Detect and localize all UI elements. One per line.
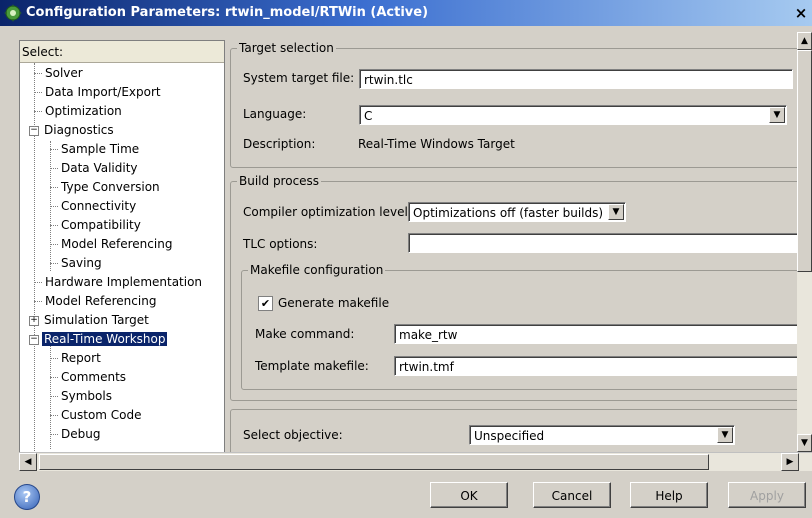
tree-item-label: Simulation Target [44, 313, 149, 327]
horizontal-scroll-thumb[interactable] [39, 454, 709, 470]
tree-item-data-import-export[interactable]: Data Import/Export [34, 83, 163, 102]
tree-item-label: Sample Time [61, 142, 140, 156]
tree-item-sample-time[interactable]: Sample Time [50, 140, 141, 159]
group-legend: Makefile configuration [248, 263, 386, 277]
scroll-right-icon[interactable]: ▶ [781, 453, 799, 471]
tree-item-label: Comments [61, 370, 127, 384]
close-icon[interactable]: × [792, 3, 810, 23]
tree-item-label: Data Validity [61, 161, 138, 175]
description-label: Description: [243, 137, 316, 151]
tree-item-label: Model Referencing [61, 237, 173, 251]
help-icon[interactable]: ? [14, 484, 40, 510]
compiler-optimization-select[interactable]: Optimizations off (faster builds) ▼ [408, 202, 626, 222]
tree-item-symbols[interactable]: Symbols [50, 387, 114, 406]
tree-item-label: Debug [61, 427, 101, 441]
tree-item-comments[interactable]: Comments [50, 368, 128, 387]
language-label: Language: [243, 107, 307, 121]
group-legend: Target selection [237, 41, 336, 55]
tree-item-label: Hardware Implementation [45, 275, 203, 289]
scroll-up-icon[interactable]: ▲ [797, 32, 812, 50]
tree-item-real-time-workshop[interactable]: Real-Time Workshop [42, 330, 168, 349]
tree-item-data-validity[interactable]: Data Validity [50, 159, 140, 178]
select-objective-value: Unspecified [474, 429, 545, 443]
collapse-icon[interactable]: − [29, 126, 39, 136]
tree-item-label: Symbols [61, 389, 112, 403]
tree-header: Select: [20, 41, 224, 63]
tree-item-solver[interactable]: Solver [34, 64, 85, 83]
category-tree[interactable]: Select: Solver Data Import/Export Optimi… [19, 40, 225, 454]
tree-item-label: Data Import/Export [45, 85, 161, 99]
compiler-optimization-label: Compiler optimization level: [243, 205, 412, 219]
collapse-icon[interactable]: − [29, 335, 39, 345]
system-target-file-label: System target file: [243, 71, 355, 85]
tlc-options-label: TLC options: [243, 237, 318, 251]
template-makefile-input[interactable]: rtwin.tmf [394, 356, 798, 376]
tree-item-label: Report [61, 351, 101, 365]
language-select[interactable]: C ▼ [359, 105, 787, 125]
tree-item-label: Compatibility [61, 218, 141, 232]
language-select-value: C [364, 109, 373, 123]
tree-item-label: Real-Time Workshop [42, 332, 168, 346]
scroll-left-icon[interactable]: ◀ [19, 453, 37, 471]
select-objective-select[interactable]: Unspecified ▼ [469, 425, 735, 445]
window-title: Configuration Parameters: rtwin_model/RT… [26, 5, 429, 20]
tree-item-diag-model-referencing[interactable]: Model Referencing [50, 235, 174, 254]
generate-makefile-label: Generate makefile [278, 296, 390, 310]
tlc-options-input[interactable] [408, 233, 798, 253]
tree-item-report[interactable]: Report [50, 349, 103, 368]
group-legend: Build process [237, 174, 322, 188]
compiler-optimization-value: Optimizations off (faster builds) [413, 206, 604, 220]
select-objective-label: Select objective: [243, 428, 343, 442]
simulink-gear-icon [4, 4, 22, 22]
system-target-file-input[interactable]: rtwin.tlc [359, 69, 793, 89]
chevron-down-icon[interactable]: ▼ [717, 427, 733, 443]
tree-item-label: Custom Code [61, 408, 142, 422]
tree-item-compatibility[interactable]: Compatibility [50, 216, 143, 235]
tree-item-label: Connectivity [61, 199, 137, 213]
tree-item-connectivity[interactable]: Connectivity [50, 197, 138, 216]
ok-button[interactable]: OK [430, 482, 508, 508]
tree-item-model-referencing[interactable]: Model Referencing [34, 292, 158, 311]
tree-item-label: Saving [61, 256, 102, 270]
tree-item-simulation-target[interactable]: Simulation Target [42, 311, 151, 330]
tree-item-saving[interactable]: Saving [50, 254, 104, 273]
template-makefile-label: Template makefile: [255, 359, 369, 373]
horizontal-scrollbar[interactable]: ◀ ▶ [19, 452, 812, 471]
expand-icon[interactable]: + [29, 316, 39, 326]
cancel-button[interactable]: Cancel [533, 482, 611, 508]
tree-item-diagnostics[interactable]: Diagnostics [42, 121, 116, 140]
chevron-down-icon[interactable]: ▼ [769, 107, 785, 123]
settings-panel: Target selection System target file: rtw… [228, 40, 798, 452]
tree-item-label: Solver [45, 66, 83, 80]
help-button[interactable]: Help [630, 482, 708, 508]
tree-item-debug[interactable]: Debug [50, 425, 102, 444]
generate-makefile-checkbox[interactable]: ✔ [258, 296, 273, 311]
tree-item-type-conversion[interactable]: Type Conversion [50, 178, 162, 197]
apply-button[interactable]: Apply [728, 482, 806, 508]
vertical-scrollbar[interactable]: ▲ ▼ [797, 32, 812, 452]
scroll-down-icon[interactable]: ▼ [797, 434, 812, 452]
tree-item-custom-code[interactable]: Custom Code [50, 406, 144, 425]
make-command-label: Make command: [255, 327, 355, 341]
tree-item-label: Type Conversion [61, 180, 160, 194]
tree-item-label: Diagnostics [44, 123, 114, 137]
vertical-scroll-thumb[interactable] [797, 50, 812, 272]
tree-item-hardware-implementation[interactable]: Hardware Implementation [34, 273, 204, 292]
tree-item-label: Optimization [45, 104, 122, 118]
tree-item-label: Model Referencing [45, 294, 157, 308]
description-value: Real-Time Windows Target [358, 137, 515, 151]
chevron-down-icon[interactable]: ▼ [608, 204, 624, 220]
tree-item-optimization[interactable]: Optimization [34, 102, 124, 121]
make-command-input[interactable]: make_rtw [394, 324, 798, 344]
title-bar[interactable]: Configuration Parameters: rtwin_model/RT… [0, 0, 812, 26]
tree-guide-line [34, 63, 35, 453]
